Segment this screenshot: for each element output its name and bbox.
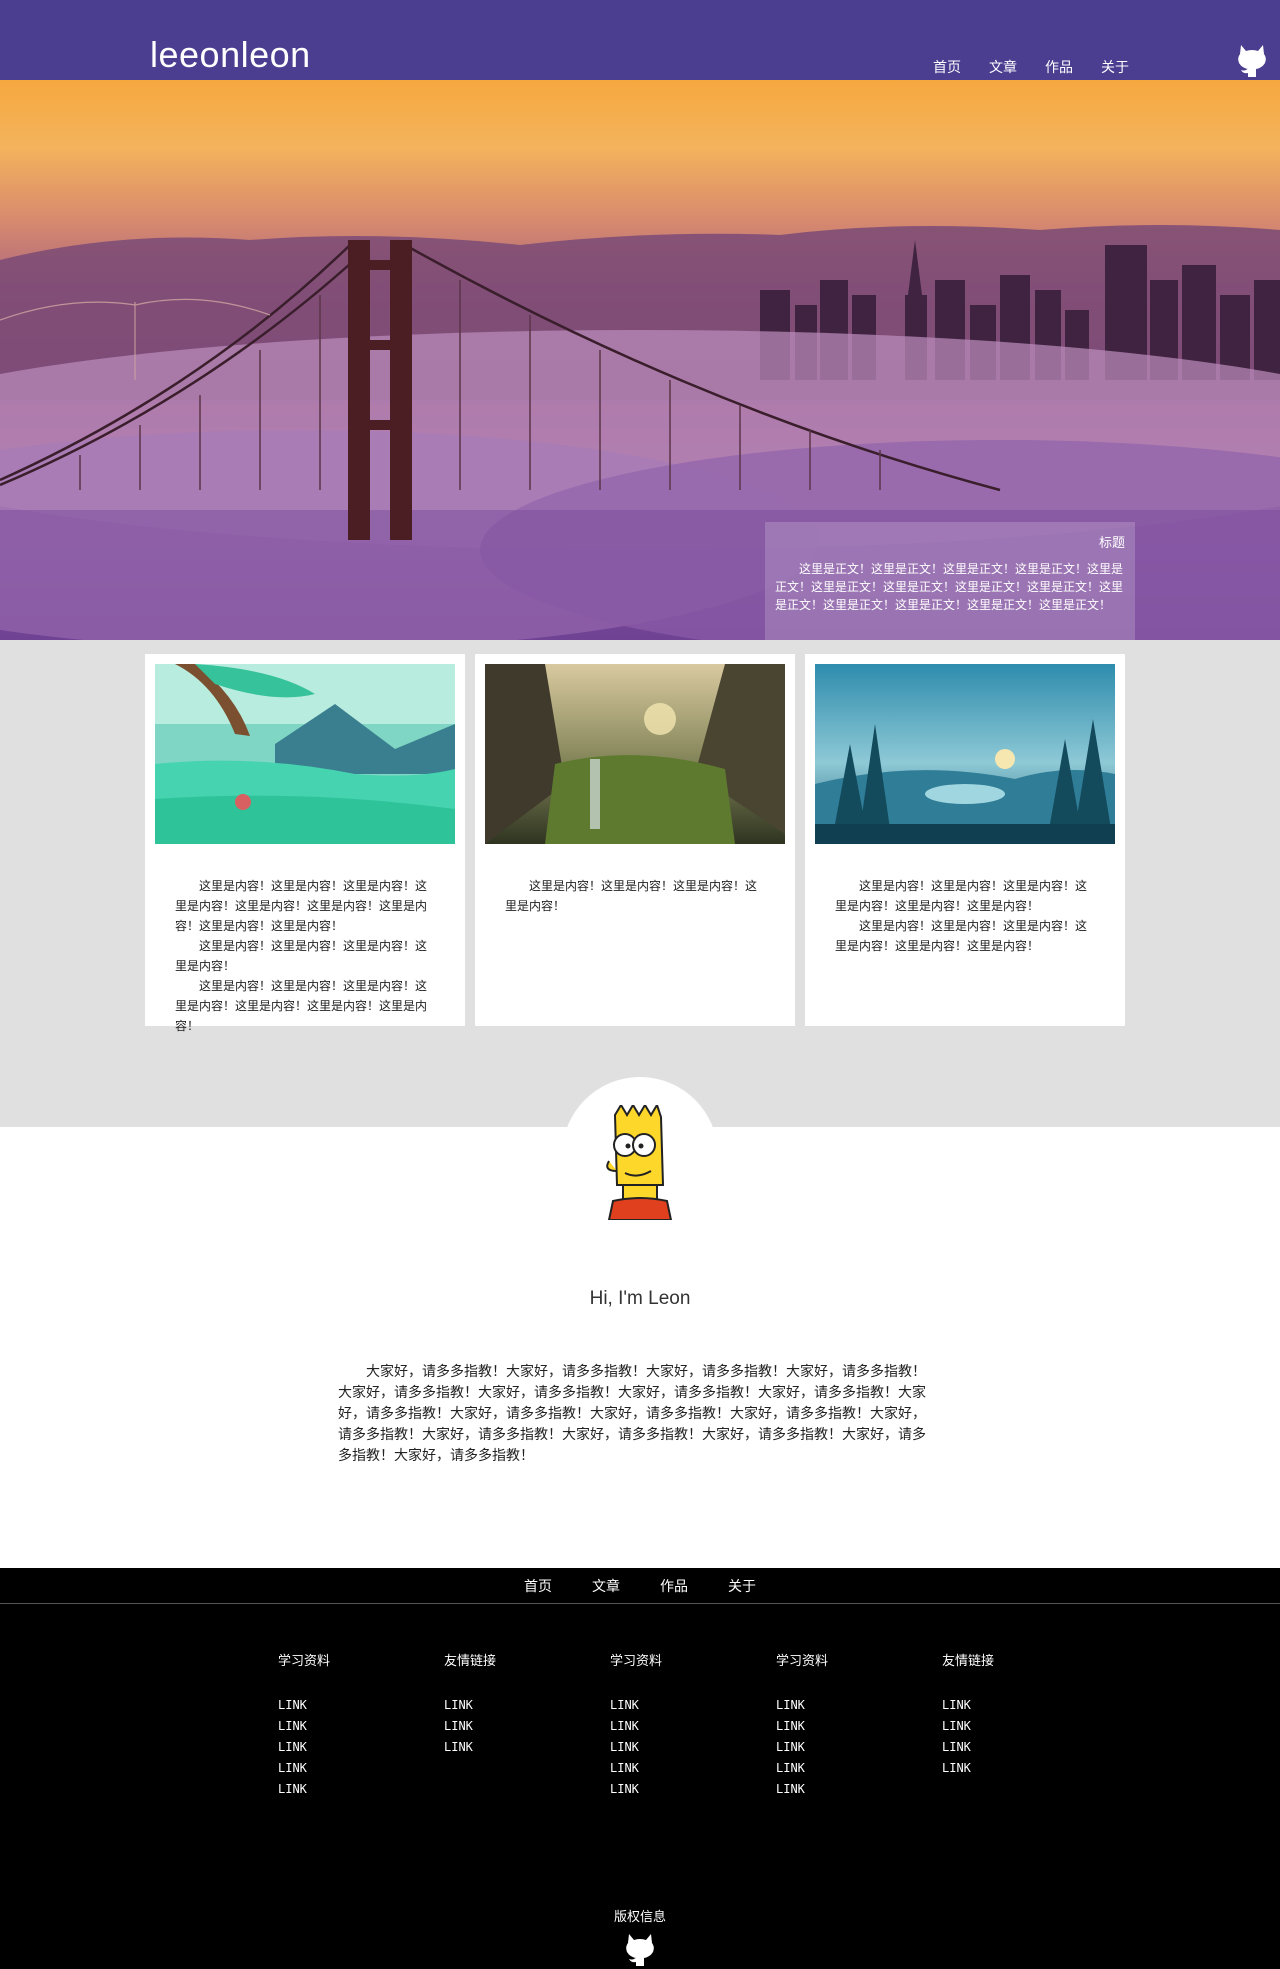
footer-nav-articles[interactable]: 文章: [592, 1576, 620, 1596]
footer-link[interactable]: LINK: [610, 1740, 730, 1761]
footer-link[interactable]: LINK: [278, 1740, 398, 1761]
intro-text: 大家好，请多多指教！大家好，请多多指教！大家好，请多多指教！大家好，请多多指教！…: [338, 1364, 926, 1464]
footer-link[interactable]: LINK: [942, 1698, 1062, 1719]
nav-articles[interactable]: 文章: [989, 57, 1017, 77]
card-1-paragraph: 这里是内容！这里是内容！这里是内容！这里是内容！: [175, 939, 428, 973]
card-1-paragraph: 这里是内容！这里是内容！这里是内容！这里是内容！这里是内容！这里是内容！这里是内…: [175, 979, 428, 1033]
site-logo[interactable]: leeonleon: [150, 34, 311, 76]
footer-column-2: 友情链接 LINK LINK LINK: [444, 1650, 564, 1761]
footer-link[interactable]: LINK: [942, 1761, 1062, 1782]
caption-title: 标题: [1098, 536, 1125, 551]
footer: 首页 文章 作品 关于 学习资料 LINK LINK LINK LINK LIN…: [0, 1568, 1280, 1969]
footer-nav-about[interactable]: 关于: [728, 1576, 756, 1596]
nav-works[interactable]: 作品: [1045, 57, 1073, 77]
card-3-paragraph: 这里是内容！这里是内容！这里是内容！这里是内容！这里是内容！这里是内容！: [835, 879, 1088, 913]
card-text-1: 这里是内容！这里是内容！这里是内容！这里是内容！这里是内容！这里是内容！这里是内…: [175, 876, 437, 1036]
footer-link[interactable]: LINK: [610, 1719, 730, 1740]
footer-column-5: 友情链接 LINK LINK LINK LINK: [942, 1650, 1062, 1782]
nav-home[interactable]: 首页: [933, 57, 961, 77]
github-icon[interactable]: [1236, 42, 1268, 78]
footer-link[interactable]: LINK: [942, 1719, 1062, 1740]
card-3[interactable]: 这里是内容！这里是内容！这里是内容！这里是内容！这里是内容！这里是内容！ 这里是…: [805, 654, 1125, 1026]
footer-link[interactable]: LINK: [776, 1761, 896, 1782]
footer-link[interactable]: LINK: [942, 1740, 1062, 1761]
card-image-3: [815, 664, 1115, 844]
top-bar: leeonleon 首页 文章 作品 关于: [0, 0, 1280, 80]
footer-link[interactable]: LINK: [610, 1698, 730, 1719]
card-text-3: 这里是内容！这里是内容！这里是内容！这里是内容！这里是内容！这里是内容！ 这里是…: [835, 876, 1097, 956]
card-image-2: [485, 664, 785, 844]
footer-link[interactable]: LINK: [776, 1740, 896, 1761]
footer-column-3: 学习资料 LINK LINK LINK LINK LINK: [610, 1650, 730, 1803]
card-1[interactable]: 这里是内容！这里是内容！这里是内容！这里是内容！这里是内容！这里是内容！这里是内…: [145, 654, 465, 1033]
footer-column-title: 学习资料: [776, 1654, 829, 1669]
footer-link[interactable]: LINK: [776, 1698, 896, 1719]
footer-nav: 首页 文章 作品 关于: [0, 1568, 1280, 1604]
card-1-paragraph: 这里是内容！这里是内容！这里是内容！这里是内容！这里是内容！这里是内容！这里是内…: [175, 879, 428, 933]
footer-link[interactable]: LINK: [776, 1719, 896, 1740]
github-icon[interactable]: [624, 1931, 656, 1967]
hero-banner: 标题 这里是正文！这里是正文！这里是正文！这里是正文！这里是正文！这里是正文！这…: [0, 80, 1280, 640]
card-2-paragraph: 这里是内容！这里是内容！这里是内容！这里是内容！: [505, 879, 758, 913]
avatar[interactable]: [595, 1105, 685, 1220]
footer-column-1: 学习资料 LINK LINK LINK LINK LINK: [278, 1650, 398, 1803]
footer-column-title: 友情链接: [444, 1654, 497, 1669]
footer-column-4: 学习资料 LINK LINK LINK LINK LINK: [776, 1650, 896, 1803]
card-text-2: 这里是内容！这里是内容！这里是内容！这里是内容！: [505, 876, 767, 916]
nav-about[interactable]: 关于: [1101, 57, 1129, 77]
footer-link[interactable]: LINK: [444, 1719, 564, 1740]
footer-column-title: 学习资料: [278, 1654, 331, 1669]
footer-link[interactable]: LINK: [278, 1698, 398, 1719]
footer-link[interactable]: LINK: [610, 1761, 730, 1782]
footer-link[interactable]: LINK: [444, 1740, 564, 1761]
footer-link[interactable]: LINK: [278, 1719, 398, 1740]
caption-body: 这里是正文！这里是正文！这里是正文！这里是正文！这里是正文！这里是正文！这里是正…: [775, 562, 1124, 612]
footer-link[interactable]: LINK: [444, 1698, 564, 1719]
footer-nav-home[interactable]: 首页: [524, 1576, 552, 1596]
footer-link[interactable]: LINK: [278, 1761, 398, 1782]
card-image-1: [155, 664, 455, 844]
footer-link[interactable]: LINK: [776, 1782, 896, 1803]
main-nav: 首页 文章 作品 关于: [933, 57, 1129, 77]
footer-nav-works[interactable]: 作品: [660, 1576, 688, 1596]
card-2[interactable]: 这里是内容！这里是内容！这里是内容！这里是内容！: [475, 654, 795, 1026]
hero-caption: 标题 这里是正文！这里是正文！这里是正文！这里是正文！这里是正文！这里是正文！这…: [765, 522, 1135, 640]
greeting: Hi, I'm Leon: [589, 1288, 691, 1309]
footer-column-title: 友情链接: [942, 1654, 995, 1669]
copyright: 版权信息: [613, 1910, 666, 1925]
footer-link[interactable]: LINK: [610, 1782, 730, 1803]
footer-link[interactable]: LINK: [278, 1782, 398, 1803]
card-3-paragraph: 这里是内容！这里是内容！这里是内容！这里是内容！这里是内容！这里是内容！: [835, 919, 1088, 953]
cards-section: 这里是内容！这里是内容！这里是内容！这里是内容！这里是内容！这里是内容！这里是内…: [0, 640, 1280, 1127]
footer-column-title: 学习资料: [610, 1654, 663, 1669]
